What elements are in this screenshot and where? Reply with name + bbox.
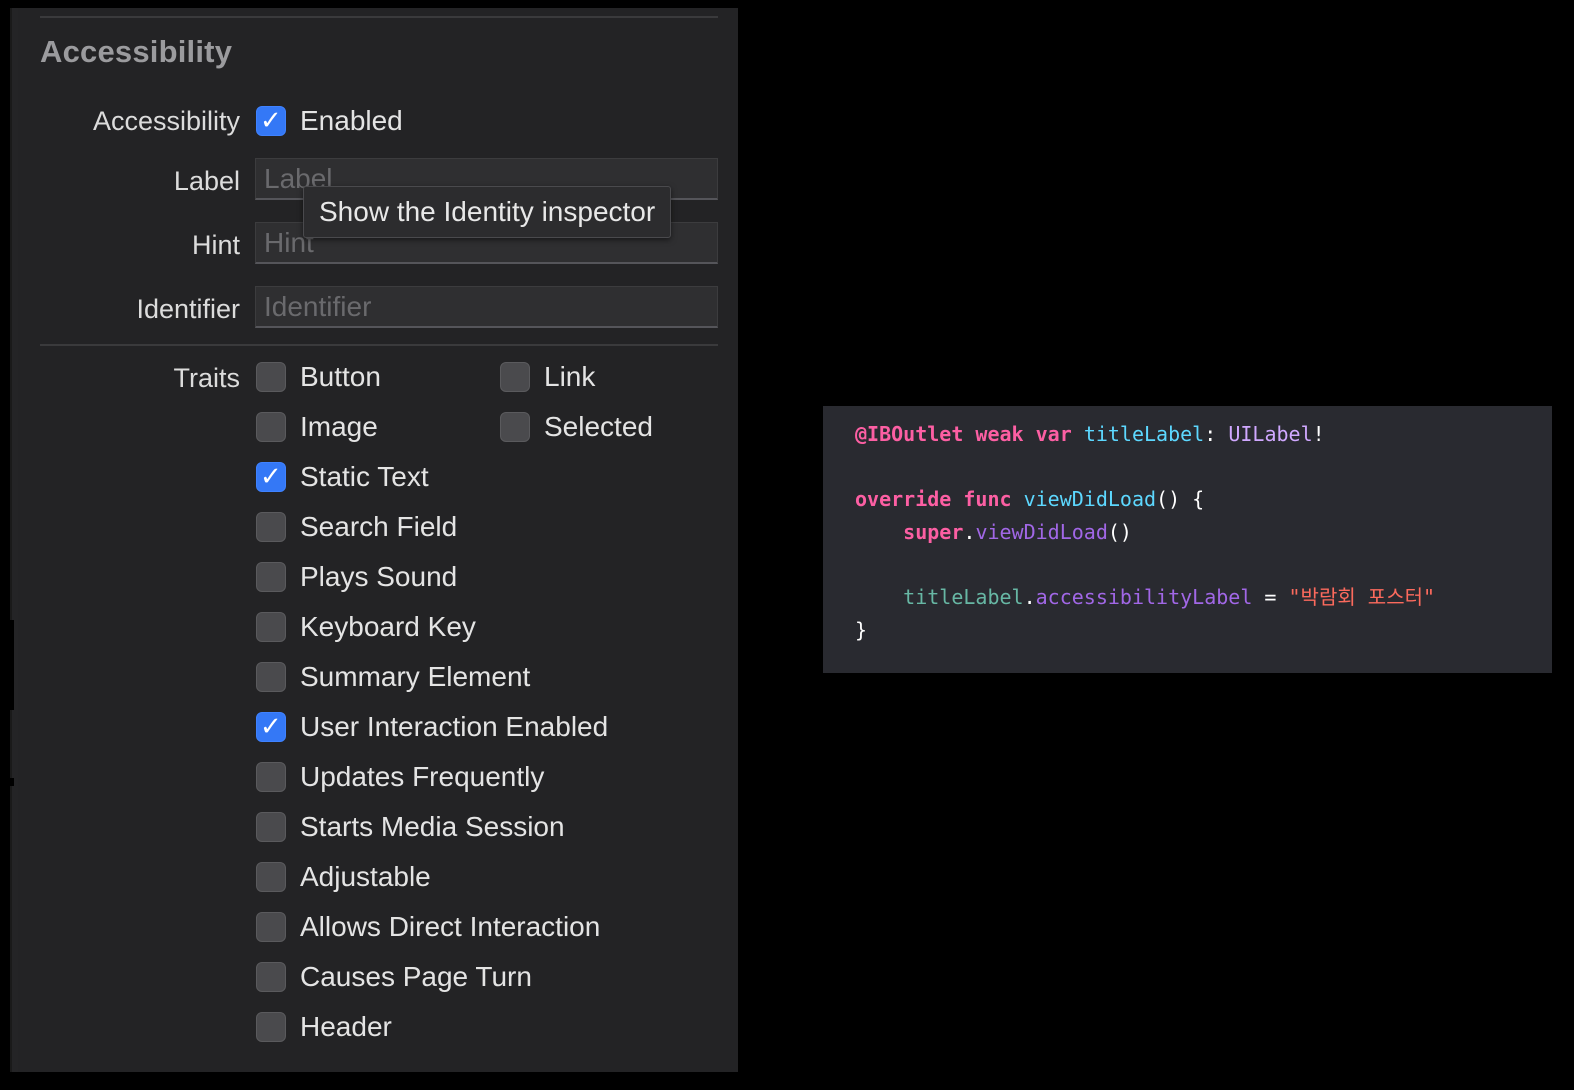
code-keyword: weak: [975, 422, 1024, 446]
trait-checkbox-keyboard-key[interactable]: [256, 612, 286, 642]
code-punctuation: .: [1023, 585, 1036, 609]
code-punctuation: !: [1312, 422, 1325, 446]
trait-label-user-interaction-enabled: User Interaction Enabled: [300, 711, 609, 742]
trait-checkbox-starts-media-session[interactable]: [256, 812, 286, 842]
code-identifier: viewDidLoad: [1023, 487, 1157, 511]
window-edge: [10, 8, 18, 1072]
accessibility-enabled-label: Enabled: [300, 105, 403, 136]
trait-label-plays-sound: Plays Sound: [300, 561, 458, 592]
trait-label-summary-element: Summary Element: [300, 661, 531, 692]
code-line: }: [855, 614, 1552, 647]
identifier-input[interactable]: [256, 287, 717, 326]
code-type: UILabel: [1228, 422, 1313, 446]
code-punctuation: () {: [1156, 487, 1205, 511]
edge-mark: [10, 778, 14, 786]
trait-checkbox-button[interactable]: [256, 362, 286, 392]
checkmark-icon: ✓: [260, 712, 282, 742]
trait-checkbox-allows-direct-interaction[interactable]: [256, 912, 286, 942]
code-line: override func viewDidLoad() {: [855, 483, 1552, 516]
accessibility-inspector: Accessibility Accessibility ✓ Enabled La…: [18, 8, 738, 1072]
trait-checkbox-header[interactable]: [256, 1012, 286, 1042]
trait-label-causes-page-turn: Causes Page Turn: [300, 961, 532, 992]
trait-checkbox-search-field[interactable]: [256, 512, 286, 542]
code-property: accessibilityLabel: [1035, 585, 1253, 609]
code-punctuation: }: [855, 618, 868, 642]
identity-inspector-tooltip: Show the Identity inspector: [303, 186, 672, 238]
trait-checkbox-link[interactable]: [500, 362, 530, 392]
code-keyword: super: [903, 520, 964, 544]
code-punctuation: .: [963, 520, 976, 544]
accessibility-row-label: Accessibility: [92, 106, 240, 136]
section-title: Accessibility: [40, 34, 233, 69]
trait-label-adjustable: Adjustable: [300, 861, 431, 892]
trait-label-image: Image: [300, 411, 378, 442]
trait-checkbox-updates-frequently[interactable]: [256, 762, 286, 792]
label-field-label: Label: [173, 166, 240, 196]
trait-label-starts-media-session: Starts Media Session: [300, 811, 565, 842]
code-line: titleLabel.accessibilityLabel = "박람회 포스터…: [855, 581, 1552, 614]
traits-divider: [40, 344, 718, 346]
trait-checkbox-causes-page-turn[interactable]: [256, 962, 286, 992]
trait-label-allows-direct-interaction: Allows Direct Interaction: [300, 911, 601, 942]
code-keyword: var: [1035, 422, 1072, 446]
trait-checkbox-image[interactable]: [256, 412, 286, 442]
code-snippet: @IBOutlet weak var titleLabel: UILabel! …: [823, 406, 1552, 673]
trait-checkbox-summary-element[interactable]: [256, 662, 286, 692]
trait-label-link: Link: [544, 361, 596, 392]
code-keyword: override: [855, 487, 952, 511]
code-string: "박람회 포스터": [1288, 585, 1436, 609]
trait-label-selected: Selected: [544, 411, 653, 442]
trait-label-search-field: Search Field: [300, 511, 458, 542]
code-line: @IBOutlet weak var titleLabel: UILabel!: [855, 418, 1552, 451]
trait-checkbox-selected[interactable]: [500, 412, 530, 442]
trait-label-header: Header: [300, 1011, 392, 1042]
code-identifier: titleLabel: [1083, 422, 1205, 446]
code-punctuation: (): [1107, 520, 1132, 544]
checkmark-icon: ✓: [260, 106, 282, 136]
code-method: viewDidLoad: [975, 520, 1108, 544]
checkmark-icon: ✓: [260, 462, 282, 492]
code-punctuation: :: [1204, 422, 1217, 446]
trait-label-static-text: Static Text: [300, 461, 429, 492]
code-line: super.viewDidLoad(): [855, 516, 1552, 549]
trait-checkbox-static-text[interactable]: ✓: [256, 462, 286, 492]
identifier-field-label: Identifier: [136, 294, 240, 324]
hint-field-label: Hint: [191, 230, 240, 260]
code-identifier: titleLabel: [903, 585, 1024, 609]
code-attribute: @IBOutlet: [855, 422, 964, 446]
section-divider: [40, 16, 718, 18]
trait-label-keyboard-key: Keyboard Key: [300, 611, 476, 642]
code-keyword: func: [963, 487, 1012, 511]
code-operator: =: [1252, 585, 1289, 609]
traits-label: Traits: [173, 363, 241, 393]
accessibility-enabled-checkbox[interactable]: ✓: [256, 106, 286, 136]
edge-divider: [10, 8, 12, 1072]
trait-label-updates-frequently: Updates Frequently: [300, 761, 545, 792]
trait-checkbox-user-interaction-enabled[interactable]: ✓: [256, 712, 286, 742]
trait-checkbox-plays-sound[interactable]: [256, 562, 286, 592]
identifier-field[interactable]: [255, 286, 718, 328]
trait-checkbox-adjustable[interactable]: [256, 862, 286, 892]
edge-mark: [10, 620, 14, 710]
trait-label-button: Button: [300, 361, 381, 392]
